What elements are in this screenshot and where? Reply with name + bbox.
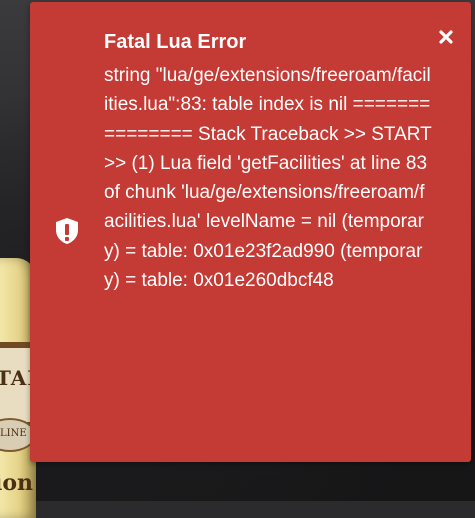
- close-icon: [439, 30, 453, 44]
- fatal-error-toast: Fatal Lua Error string "lua/ge/extension…: [30, 2, 471, 462]
- bottle-seal-text: LINE: [0, 428, 27, 439]
- close-button[interactable]: [435, 26, 457, 48]
- bottle-bottom-text: ion: [0, 470, 34, 496]
- shield-exclamation-icon: [54, 217, 80, 245]
- error-message: string "lua/ge/extensions/freeroam/facil…: [104, 65, 432, 292]
- error-title: Fatal Lua Error: [104, 31, 247, 53]
